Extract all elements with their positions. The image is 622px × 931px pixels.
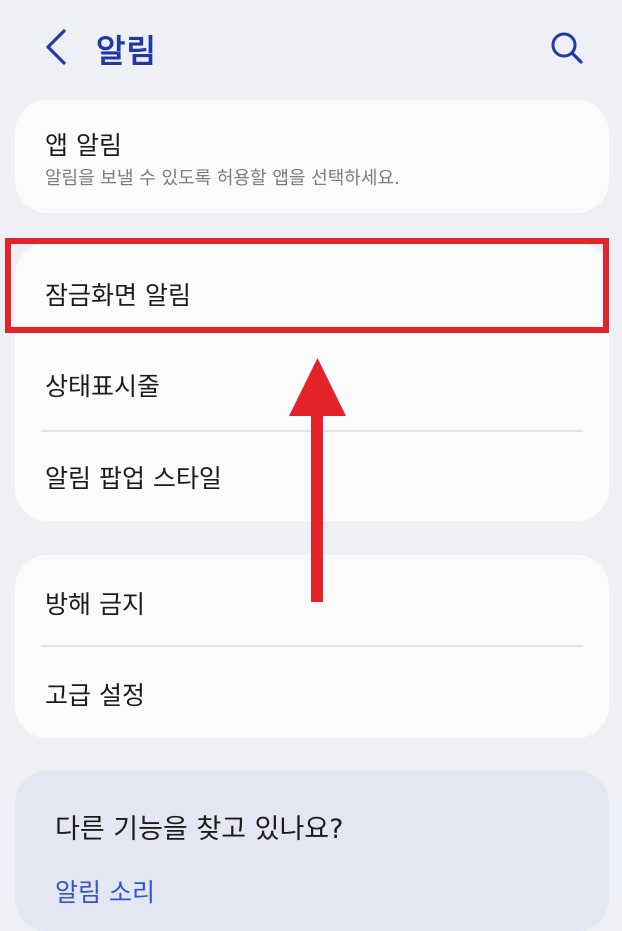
- search-icon: [551, 32, 583, 64]
- do-not-disturb-item[interactable]: 방해 금지: [15, 555, 609, 646]
- looking-for-more-card: 다른 기능을 찾고 있나요? 알림 소리: [15, 771, 609, 931]
- lock-screen-notifications-item[interactable]: 잠금화면 알림: [15, 243, 609, 338]
- top-app-bar: 알림: [0, 0, 622, 95]
- app-notifications-label: 앱 알림: [45, 131, 122, 160]
- notification-popup-style-item[interactable]: 알림 팝업 스타일: [15, 432, 609, 521]
- do-not-disturb-card: 방해 금지 고급 설정: [15, 555, 609, 738]
- notification-sounds-link[interactable]: 알림 소리: [55, 873, 155, 909]
- advanced-settings-item[interactable]: 고급 설정: [15, 647, 609, 738]
- search-button[interactable]: [548, 28, 588, 68]
- app-notifications-item[interactable]: 앱 알림 알림을 보낼 수 있도록 허용할 앱을 선택하세요.: [15, 100, 609, 213]
- app-notifications-description: 알림을 보낼 수 있도록 허용할 앱을 선택하세요.: [45, 168, 400, 189]
- status-bar-label: 상태표시줄: [45, 372, 161, 401]
- looking-for-more-title: 다른 기능을 찾고 있나요?: [55, 814, 344, 845]
- notification-popup-style-label: 알림 팝업 스타일: [45, 464, 222, 493]
- notification-settings-card: 잠금화면 알림 상태표시줄 알림 팝업 스타일: [15, 243, 609, 521]
- advanced-settings-label: 고급 설정: [45, 681, 145, 710]
- status-bar-item[interactable]: 상태표시줄: [15, 338, 609, 430]
- lock-screen-notifications-label: 잠금화면 알림: [45, 281, 191, 310]
- app-notifications-card: 앱 알림 알림을 보낼 수 있도록 허용할 앱을 선택하세요.: [15, 100, 609, 213]
- chevron-left-icon: [46, 29, 66, 65]
- do-not-disturb-label: 방해 금지: [45, 590, 145, 619]
- page-title: 알림: [96, 32, 157, 70]
- back-button[interactable]: [38, 25, 76, 69]
